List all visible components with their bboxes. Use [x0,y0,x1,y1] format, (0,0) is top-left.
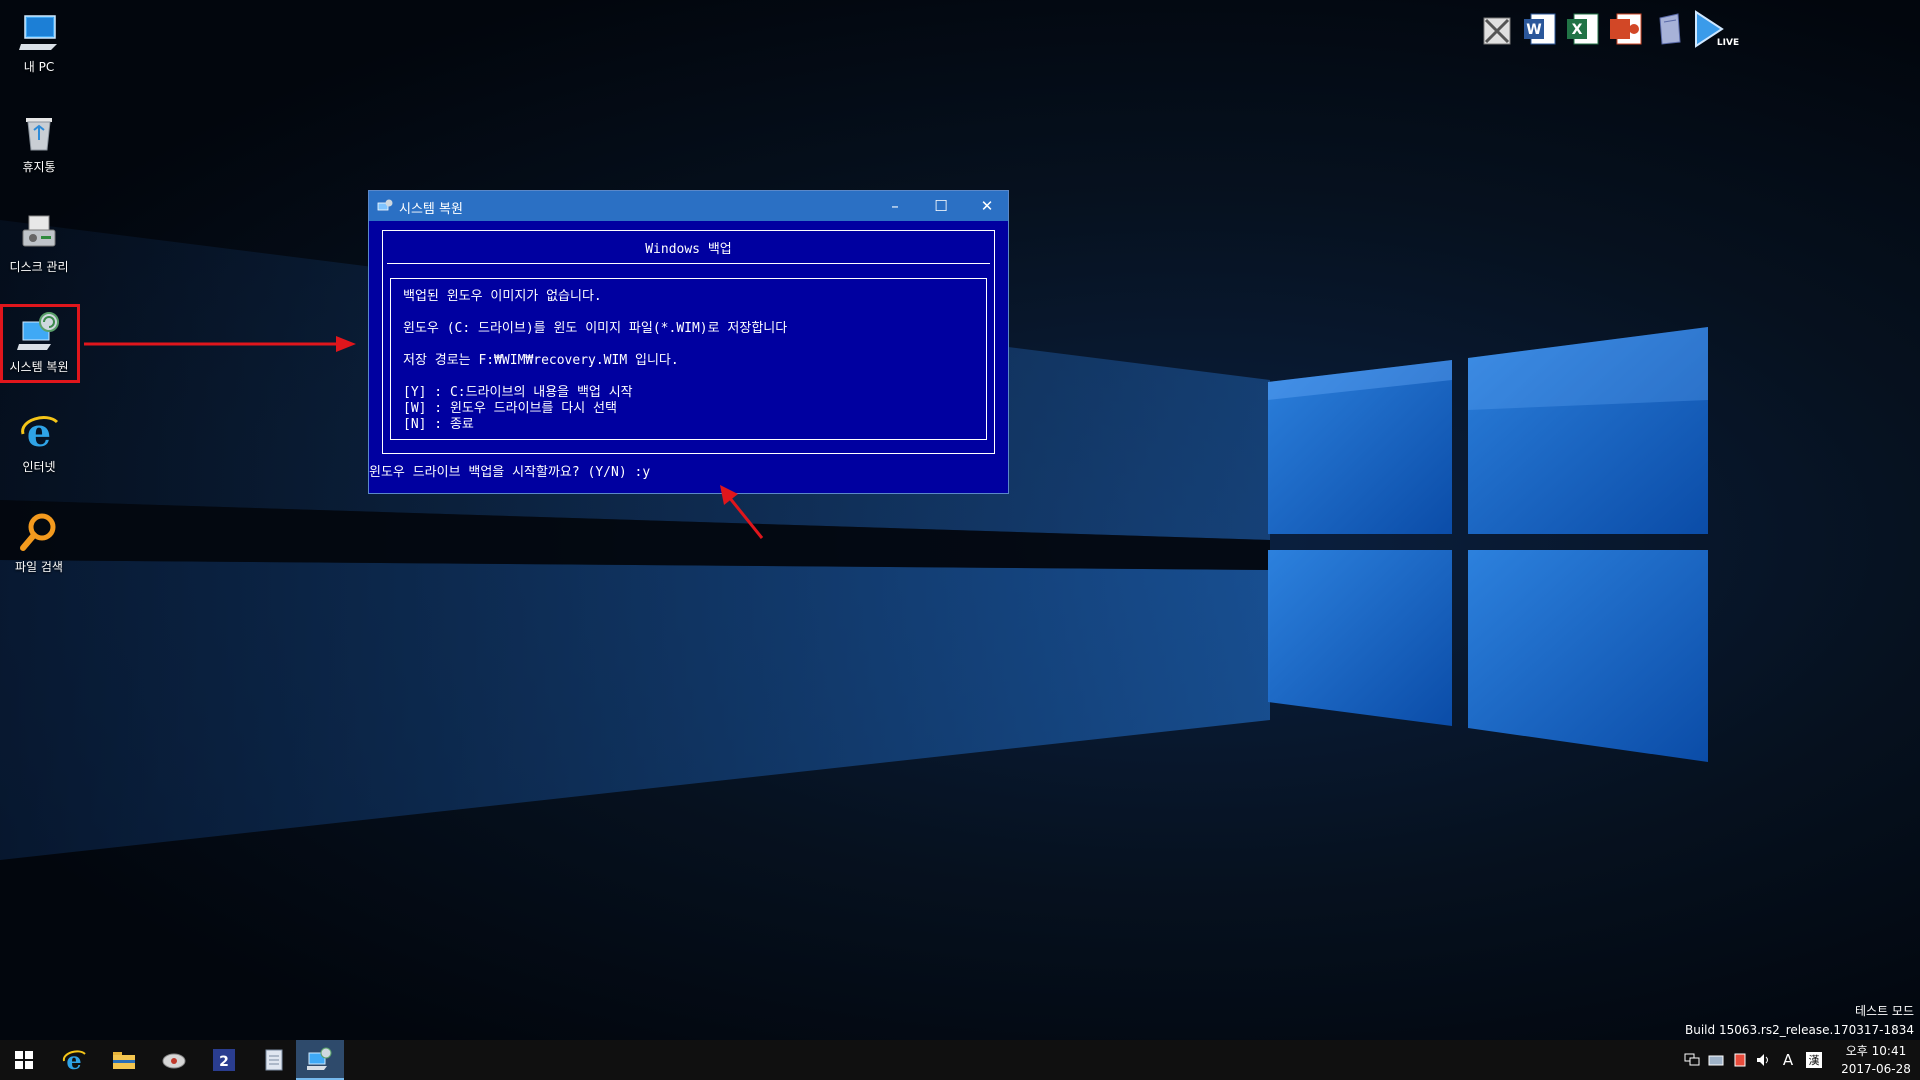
taskbar: e 2 A 漢 오후 10:41 2017-06-28 [0,1040,1920,1080]
desktop-icon-label: 내 PC [23,60,55,74]
taskbar-notepad[interactable] [250,1040,298,1080]
panel-header: Windows 백업 [645,242,732,257]
desktop-icon-internet[interactable]: e 인터넷 [0,404,78,492]
clock-time: 오후 10:41 [1845,1044,1907,1058]
desktop-icon-label: 인터넷 [22,460,56,474]
svg-text:X: X [1572,22,1583,38]
console-body[interactable]: Windows 백업 백업된 윈도우 이미지가 없습니다. 윈도우 (C: 드라… [369,221,1008,493]
word-icon[interactable]: W [1521,10,1559,48]
folder-icon [113,1052,135,1069]
message-line: 저장 경로는 F:₩WIM₩recovery.WIM 입니다. [403,353,679,368]
app-2-icon: 2 [213,1049,235,1071]
taskbar-disk-tool[interactable] [150,1040,198,1080]
taskbar-internet-explorer[interactable]: e [50,1040,98,1080]
desktop-icon-label: 디스크 관리 [9,260,69,274]
magnifier-icon [20,513,56,551]
language-indicator[interactable]: 漢 [1806,1052,1822,1068]
tools-icon[interactable] [1478,10,1516,48]
internet-explorer-icon: e [62,1047,86,1073]
drive-icon[interactable] [1706,1050,1726,1070]
taskbar-system-restore[interactable] [296,1040,344,1080]
desktop-icon-recycle-bin[interactable]: 휴지통 [0,104,78,192]
input-prompt[interactable]: 윈도우 드라이브 백업을 시작할까요? (Y/N) :y [369,461,650,480]
desktop-icon-file-search[interactable]: 파일 검색 [0,504,78,592]
network-icon[interactable] [1682,1050,1702,1070]
volume-icon[interactable] [1754,1050,1774,1070]
taskbar-file-explorer[interactable] [100,1040,148,1080]
clock-date: 2017-06-28 [1841,1062,1911,1076]
internet-explorer-icon: e [21,410,59,454]
header-divider [387,263,990,264]
message-line: 백업된 윈도우 이미지가 없습니다. [403,289,602,304]
message-box: 백업된 윈도우 이미지가 없습니다. 윈도우 (C: 드라이브)를 윈도 이미지… [390,278,987,440]
live-play-icon[interactable]: LIVE [1690,10,1740,48]
window-titlebar[interactable]: 시스템 복원 – ☐ ✕ [369,191,1008,221]
test-mode-watermark: 테스트 모드 Build 15063.rs2_release.170317-18… [1685,1002,1914,1040]
system-restore-icon [307,1047,332,1070]
taskbar-app-2[interactable]: 2 [200,1040,248,1080]
system-restore-icon [377,199,393,211]
desktop-icon-label: 파일 검색 [15,560,63,574]
live-label: LIVE [1717,38,1739,48]
svg-text:W: W [1526,22,1541,38]
desktop-icon-label: 휴지통 [22,160,56,174]
window-title: 시스템 복원 [399,202,463,217]
desktop-icon-my-pc[interactable]: 내 PC [0,4,78,92]
windows-start-icon [15,1051,33,1069]
system-restore-window: 시스템 복원 – ☐ ✕ Windows 백업 백업된 윈도우 이미지가 없습니… [368,190,1009,494]
test-mode-label: 테스트 모드 [1854,1004,1914,1018]
powerpoint-icon[interactable] [1607,10,1645,48]
build-label: Build 15063.rs2_release.170317-1834 [1685,1023,1914,1037]
security-icon[interactable] [1730,1050,1750,1070]
clock[interactable]: 오후 10:41 2017-06-28 [1836,1042,1916,1078]
excel-icon[interactable]: X [1564,10,1602,48]
computer-icon [19,15,57,50]
wallpaper [0,220,1708,860]
option-line-n: [N] : 종료 [403,417,474,432]
app-2-label: 2 [219,1054,229,1070]
annotation-highlight-box [0,304,80,383]
desktop: 내 PC 휴지통 디스크 관리 시스템 복원 e 인터넷 파일 검색 W X L… [0,0,1920,1040]
quick-launch-bar: W X LIVE [1478,6,1740,50]
notebook-icon[interactable] [1650,10,1688,48]
close-button[interactable]: ✕ [964,191,1010,221]
notepad-icon [265,1049,283,1071]
start-button[interactable] [0,1040,48,1080]
desktop-icon-disk-management[interactable]: 디스크 관리 [0,204,78,292]
ime-mode-indicator[interactable]: A [1778,1050,1798,1070]
backup-panel: Windows 백업 백업된 윈도우 이미지가 없습니다. 윈도우 (C: 드라… [382,230,995,454]
minimize-button[interactable]: – [872,191,918,221]
disk-management-icon [22,215,56,247]
recycle-bin-icon [26,118,52,151]
message-line: 윈도우 (C: 드라이브)를 윈도 이미지 파일(*.WIM)로 저장합니다 [403,321,788,336]
windows-logo [1268,327,1708,762]
disk-tool-icon [162,1053,186,1069]
maximize-button[interactable]: ☐ [918,191,964,221]
